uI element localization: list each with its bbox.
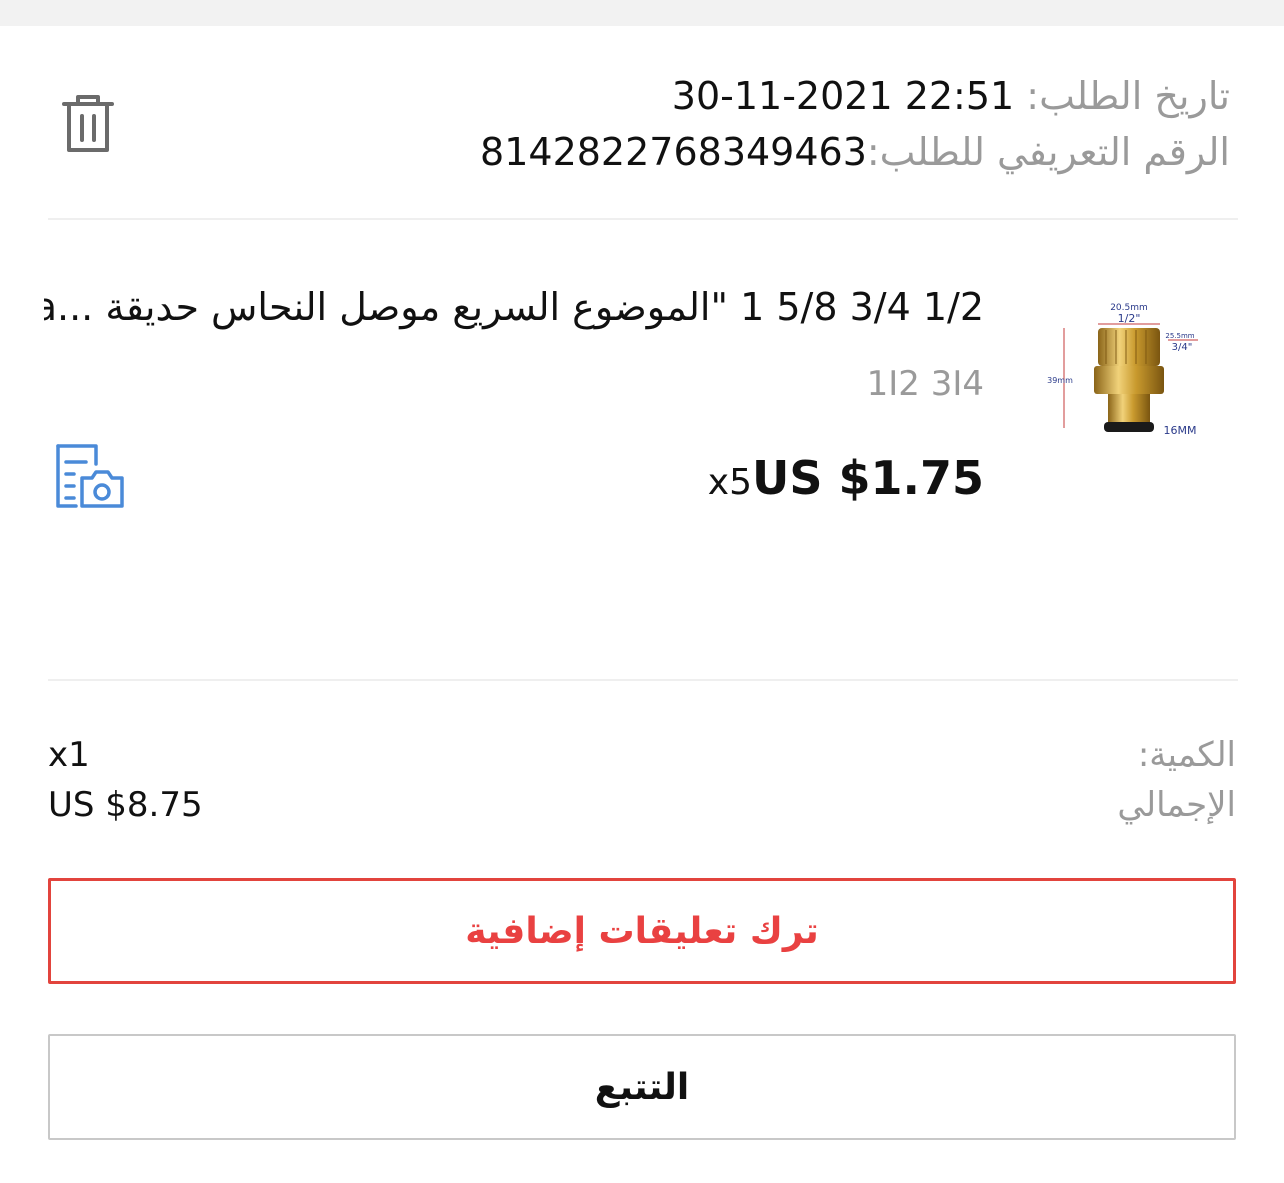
product-variant: 1I2 3I4 (866, 364, 984, 404)
divider (48, 679, 1238, 681)
total-label: الإجمالي (1117, 785, 1236, 825)
order-date-value: 30-11-2021 22:51 (671, 74, 1015, 118)
product-image[interactable]: 20.5mm 1/2" 25.5mm 3/4" 39mm 16MM (1040, 288, 1220, 468)
leave-feedback-label: ترك تعليقات إضافية (465, 910, 819, 952)
image-label-bottom: 16MM (1164, 424, 1197, 437)
quantity-label: الكمية: (1137, 735, 1236, 775)
order-id-row: الرقم التعريفي للطلب:8142822768349463 (480, 130, 1230, 174)
divider (48, 218, 1238, 220)
product-title[interactable]: 1/2 3/4 5/8 1 "الموضوع السريع موصل النحا… (44, 284, 984, 330)
track-button[interactable]: التتبع (48, 1034, 1236, 1140)
product-price: US $1.75 (752, 451, 984, 505)
image-label-top-size: 1/2" (1118, 312, 1141, 325)
order-id-value[interactable]: 8142822768349463 (480, 130, 867, 174)
image-label-right: 25.5mm (1165, 332, 1194, 340)
total-value: US $8.75 (48, 785, 203, 825)
leave-feedback-button[interactable]: ترك تعليقات إضافية (48, 878, 1236, 984)
order-id-label: الرقم التعريفي للطلب: (866, 130, 1230, 174)
order-date-label: تاريخ الطلب: (1014, 74, 1230, 118)
order-date-row: تاريخ الطلب: 30-11-2021 22:51 (672, 74, 1230, 118)
image-label-right-size: 3/4" (1172, 342, 1193, 353)
product-price-row: x5US $1.75 (708, 450, 984, 517)
image-label-left: 39mm (1047, 376, 1073, 385)
track-label: التتبع (594, 1066, 690, 1108)
product-quantity: x5 (707, 462, 752, 503)
photo-review-icon[interactable] (52, 442, 126, 510)
trash-icon[interactable] (58, 92, 118, 154)
order-card: تاريخ الطلب: 30-11-2021 22:51 الرقم التع… (0, 26, 1284, 1183)
quantity-value: x1 (48, 735, 90, 775)
